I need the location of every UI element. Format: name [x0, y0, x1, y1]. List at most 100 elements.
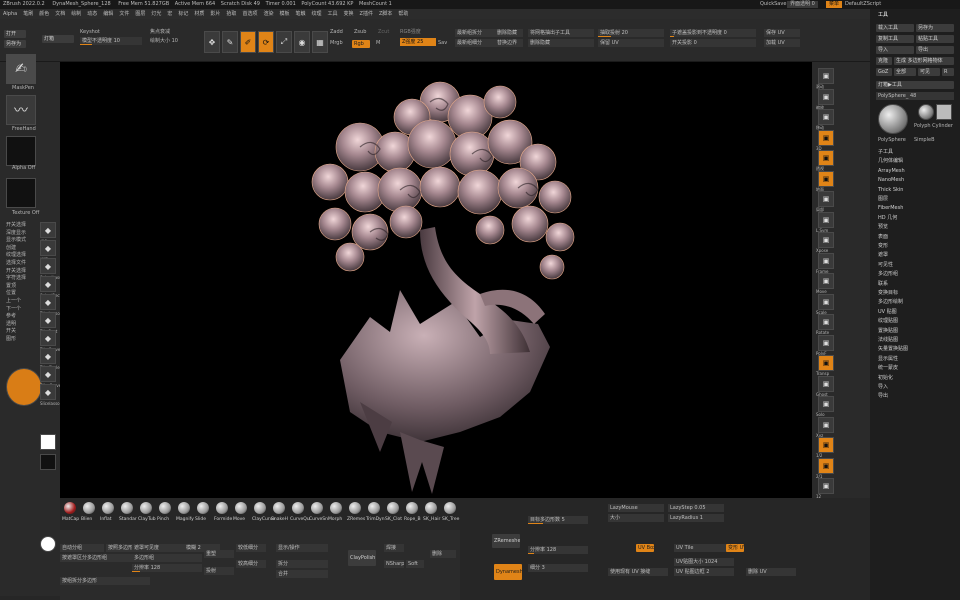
uv-smooth-slider[interactable]: 抽取投射 20 [598, 29, 664, 37]
left-panel-item[interactable]: 深度显示 [6, 230, 26, 237]
uv-border-slider[interactable]: UV 贴图边框 2 [674, 568, 734, 576]
brush-thumb-icon[interactable] [235, 502, 247, 514]
polygroup-button[interactable]: 多边形组 [132, 554, 202, 562]
menu-item[interactable]: Alpha [3, 11, 17, 17]
left-shelf-tool-icon[interactable]: ◆ [40, 348, 56, 364]
tool-section-item[interactable]: Thick Skin [878, 187, 903, 194]
tool-section-item[interactable]: 导出 [878, 393, 888, 400]
dynamesh-button[interactable]: Dynamesh [494, 564, 522, 580]
delete-uv-button[interactable]: 删除 UV [746, 568, 796, 576]
tool-section-item[interactable]: FiberMesh [878, 205, 903, 212]
zadd-button[interactable]: Zadd [330, 29, 343, 36]
r-button[interactable]: R [942, 68, 954, 76]
menu-item[interactable]: 首选项 [242, 11, 257, 17]
zsub-button[interactable]: Zsub [354, 29, 366, 36]
menu-item[interactable]: 宏 [167, 11, 172, 17]
menu-item[interactable]: 颜色 [39, 11, 49, 17]
menu-item[interactable]: 渲染 [263, 11, 273, 17]
export-button[interactable]: 导出 [916, 46, 954, 54]
menu-item[interactable]: 灯光 [151, 11, 161, 17]
right-shelf-button[interactable]: ▣ [818, 478, 834, 494]
soft-button[interactable]: Soft [406, 560, 424, 568]
brush-thumb-icon[interactable] [216, 502, 228, 514]
left-panel-item[interactable]: 字符选择 [6, 275, 26, 282]
menu-item[interactable]: 纹理 [312, 11, 322, 17]
texture-icon[interactable] [6, 178, 36, 208]
tool-section-item[interactable]: ArrayMesh [878, 168, 905, 175]
left-panel-item[interactable]: 上一个 [6, 298, 21, 305]
keep-uv-button[interactable]: 保留 UV [598, 39, 664, 47]
tool-section-item[interactable]: 变换目标 [878, 290, 898, 297]
menu-item[interactable]: 编辑 [103, 11, 113, 17]
tool-section-item[interactable]: 多边形组 [878, 271, 898, 278]
tool-section-item[interactable]: 图层 [878, 196, 888, 203]
use-poly-seams-button[interactable]: 使用现有 UV 接缝 [608, 568, 668, 576]
tool-section-item[interactable]: 联系 [878, 281, 888, 288]
lower-subdiv-button[interactable]: 较低细分 [236, 544, 266, 552]
left-panel-item[interactable]: 图形 [6, 336, 16, 343]
save-uv-button[interactable]: 保存 UV [764, 29, 800, 37]
maskpen-brush-icon[interactable]: ✍ [6, 54, 36, 84]
right-shelf-button[interactable]: ▣ [818, 293, 834, 310]
left-panel-item[interactable]: 透明 [6, 321, 16, 328]
left-panel-item[interactable]: 下一个 [6, 306, 21, 313]
project-button[interactable]: 投射 [204, 567, 234, 575]
menu-item[interactable]: 文档 [55, 11, 65, 17]
brush-thumb-icon[interactable] [197, 502, 209, 514]
left-shelf-tool-icon[interactable]: ◆ [40, 330, 56, 346]
weld-button[interactable]: 焊接 [384, 544, 404, 552]
tool-section-item[interactable]: 多边形绘制 [878, 299, 903, 306]
lightbox-button[interactable]: 灯箱 [42, 35, 74, 43]
zcut-button[interactable]: Zcut [378, 29, 389, 36]
quicksave-button[interactable]: QuickSave [757, 1, 789, 8]
split-subtool-button[interactable]: 拆分 [276, 560, 328, 568]
tool-section-item[interactable]: 遮罩 [878, 252, 888, 259]
right-shelf-button[interactable]: ▣ [818, 109, 834, 125]
menu-item[interactable]: 工具 [328, 11, 338, 17]
right-shelf-button[interactable]: ▣ [818, 170, 834, 187]
reshape-button[interactable]: 重塑 [204, 550, 234, 558]
tool-section-item[interactable]: 预览 [878, 224, 888, 231]
menu-item[interactable]: 变换 [344, 11, 354, 17]
default-script[interactable]: DefaultZScript [842, 1, 884, 8]
left-shelf-tool-icon[interactable]: ◆ [40, 222, 56, 238]
rgb-button[interactable]: Rgb [352, 40, 370, 48]
right-shelf-button[interactable]: ▣ [818, 457, 834, 474]
uv-tile-button[interactable]: UV Tile [674, 544, 734, 552]
lazy-mouse-button[interactable]: LazyMouse [608, 504, 664, 512]
switch-projection-slider[interactable]: 开关投影 0 [670, 39, 756, 47]
load-uv-button[interactable]: 加载 UV [764, 39, 800, 47]
right-shelf-button[interactable]: ▣ [818, 211, 834, 228]
tool-section-item[interactable]: 导入 [878, 384, 888, 391]
menu-item[interactable]: 标记 [178, 11, 188, 17]
menu-item[interactable]: 影片 [210, 11, 220, 17]
brush-thumb-icon[interactable] [121, 502, 133, 514]
right-shelf-button[interactable]: ▣ [818, 437, 834, 453]
menu-item[interactable]: 笔触 [295, 11, 305, 17]
grid-icon[interactable]: ▦ [312, 31, 328, 53]
lightbox-tools-button[interactable]: 灯箱▶工具 [876, 81, 954, 89]
opacity-slider[interactable]: 模型不透明度 10 [80, 37, 142, 45]
gradient-ball-icon[interactable] [40, 536, 56, 552]
brush-thumb-icon[interactable] [368, 502, 380, 514]
mrgb-button[interactable]: Mrgb [330, 40, 343, 47]
unhide-slider[interactable]: 删除隐藏 [495, 29, 523, 37]
brush-thumb-icon[interactable] [311, 502, 323, 514]
merge-subtool-button[interactable]: 合并 [276, 570, 328, 578]
brush-thumb-icon[interactable] [444, 502, 456, 514]
right-shelf-button[interactable]: ▣ [818, 252, 834, 269]
freehand-stroke-icon[interactable]: 〰 [6, 95, 36, 125]
tool-section-item[interactable]: 统一蒙皮 [878, 365, 898, 372]
menu-item[interactable]: 笔刷 [23, 11, 33, 17]
uv-map-size-slider[interactable]: UV贴图大小 1024 [674, 558, 734, 566]
auto-groups-button[interactable]: 自动分组 [60, 544, 104, 552]
resolution-slider[interactable]: 分辨率 128 [132, 564, 202, 572]
import-button[interactable]: 导入 [876, 46, 914, 54]
scale-mode-icon[interactable]: ⤢ [276, 31, 292, 53]
transparency-slider[interactable]: 界面透明 0 [787, 1, 818, 8]
brush-thumb-icon[interactable] [64, 502, 76, 514]
sphere-icon[interactable]: ◉ [294, 31, 310, 53]
saveas-button[interactable]: 另存为 [4, 40, 26, 48]
tool-section-item[interactable]: UV 贴图 [878, 309, 897, 316]
m-button[interactable]: M [376, 40, 380, 47]
